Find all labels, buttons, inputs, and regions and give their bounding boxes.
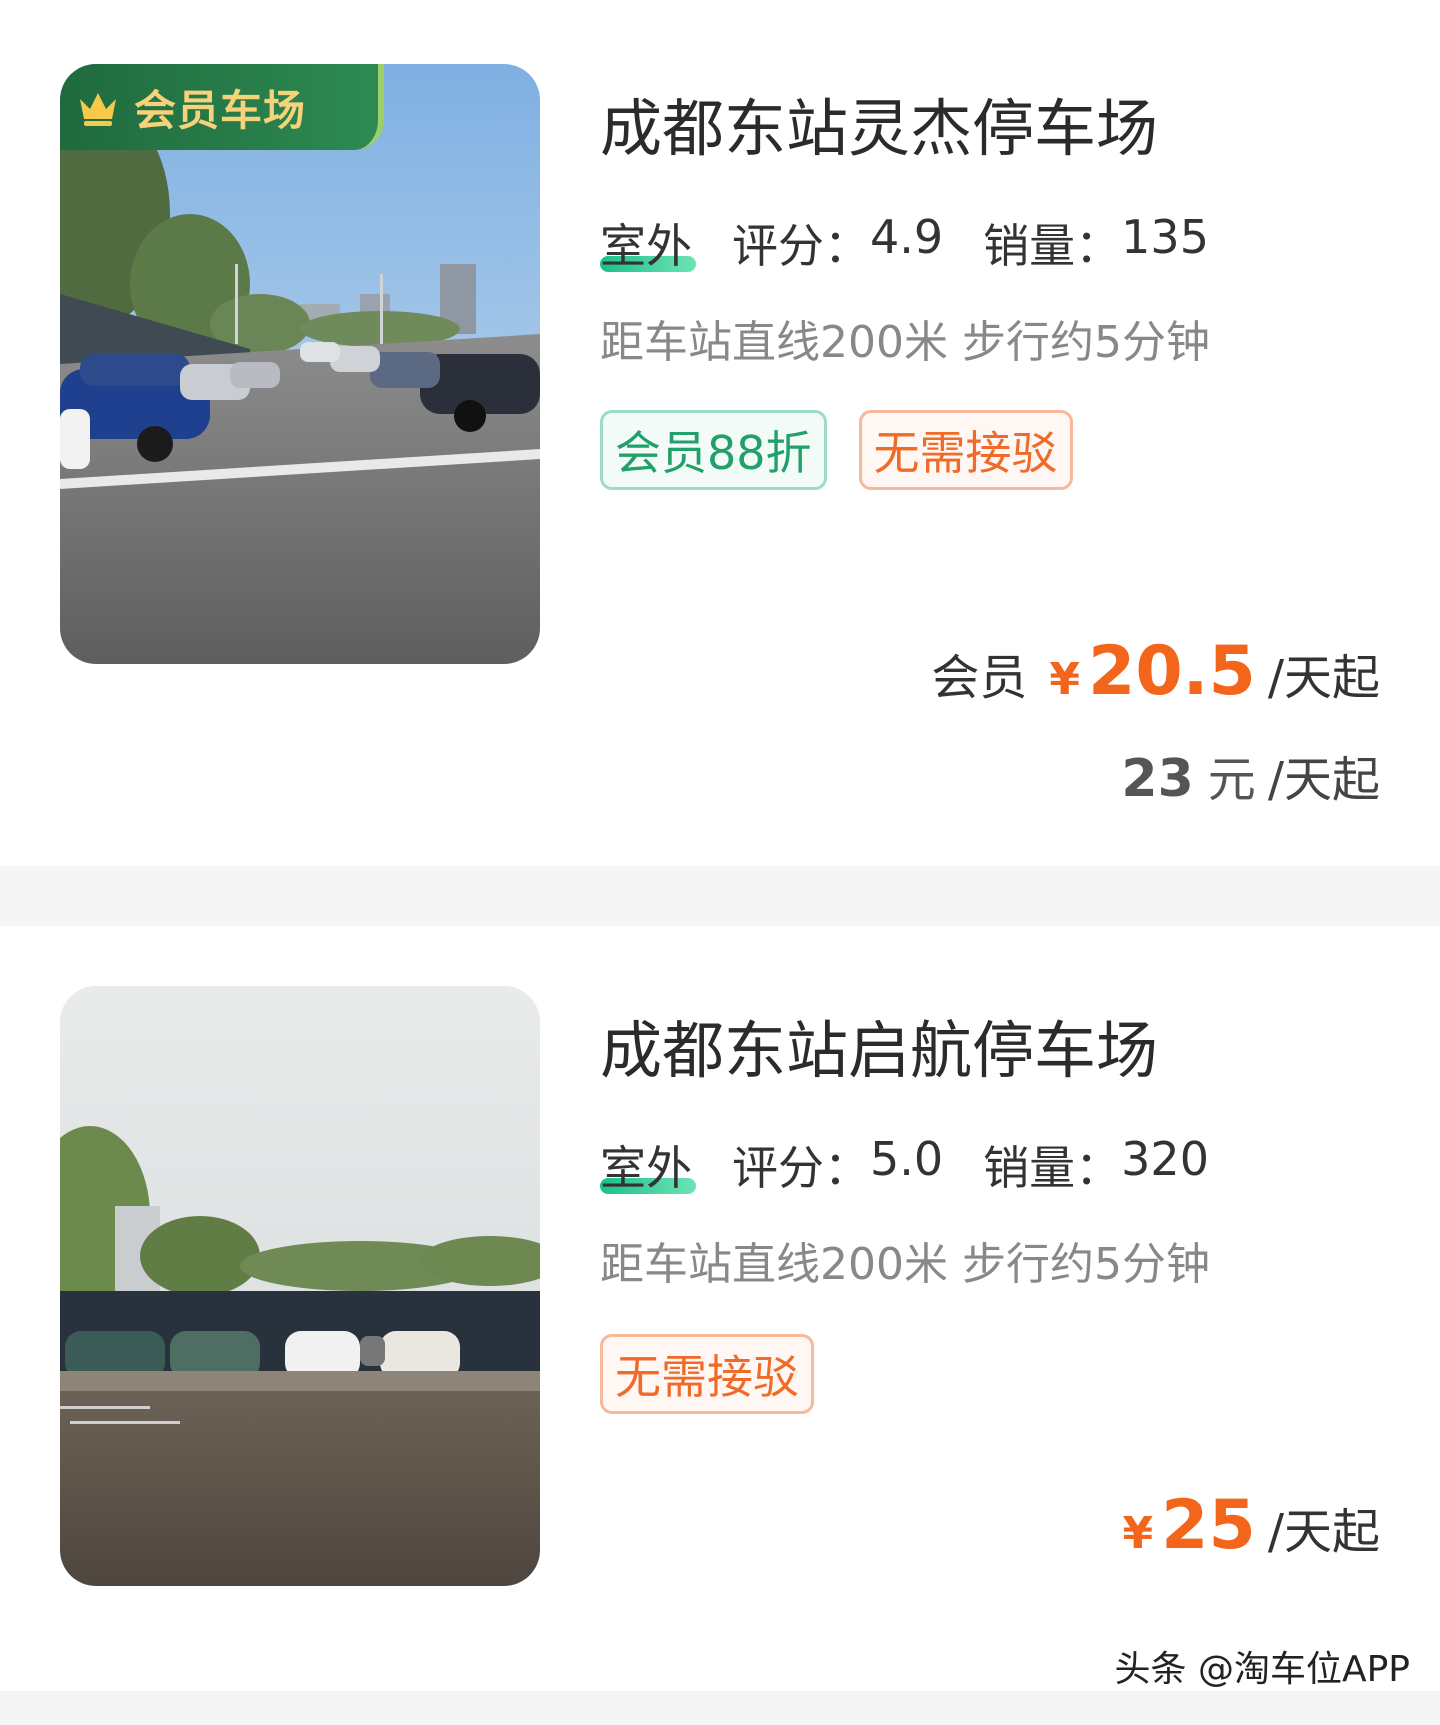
rating-value: 4.9: [870, 210, 944, 264]
sales-label: 销量：: [983, 219, 1122, 273]
parking-lot-name: 成都东站启航停车场: [600, 1014, 1159, 1087]
lot-type: 室外: [600, 210, 696, 276]
currency-symbol: ¥: [1122, 1508, 1154, 1559]
sales-value: 320: [1121, 1132, 1209, 1186]
daily-price: ¥ 25 /天起: [1123, 1486, 1380, 1565]
lot-info-row: 室外 评分： 5.0 销量： 320: [600, 1132, 1209, 1198]
list-separator: [0, 866, 1440, 926]
parking-listing-card[interactable]: 成都东站启航停车场 室外 评分： 5.0 销量： 320 距车站直线200米 步…: [0, 926, 1440, 1691]
price-unit: /天起: [1267, 650, 1380, 706]
distance-info: 距车站直线200米 步行约5分钟: [600, 317, 1210, 368]
source-watermark: 头条 @淘车位APP: [1114, 1649, 1411, 1690]
no-shuttle-tag: 无需接驳: [858, 410, 1073, 490]
rating-value: 5.0: [870, 1132, 944, 1186]
regular-price-amount: 23: [1121, 749, 1194, 809]
price-unit: /天起: [1267, 752, 1380, 808]
parking-listing-card[interactable]: 会员车场 成都东站灵杰停车场 室外 评分： 4.9 销量： 135 距车站直线2…: [0, 0, 1440, 866]
vip-lot-badge: 会员车场: [60, 64, 384, 150]
lot-type: 室外: [600, 1132, 696, 1198]
member-discount-tag: 会员88折: [600, 410, 827, 490]
regular-price-currency: 元: [1207, 752, 1256, 808]
vip-badge-label: 会员车场: [134, 85, 307, 135]
rating-label: 评分：: [732, 1141, 870, 1195]
price-amount: 25: [1161, 1486, 1256, 1565]
distance-info: 距车站直线200米 步行约5分钟: [600, 1239, 1210, 1290]
rating-label: 评分：: [732, 219, 870, 273]
parking-lot-photo: 会员车场: [60, 64, 540, 664]
regular-price: 23 元 /天起: [1121, 740, 1380, 810]
member-price-amount: 20.5: [1088, 632, 1256, 711]
price-unit: /天起: [1267, 1504, 1380, 1560]
member-price-label: 会员: [931, 650, 1028, 706]
feature-tags: 会员88折 无需接驳: [600, 410, 1073, 490]
feature-tags: 无需接驳: [600, 1334, 814, 1414]
lot-info-row: 室外 评分： 4.9 销量： 135: [600, 210, 1209, 276]
parking-lot-photo: [60, 986, 540, 1586]
sales-value: 135: [1121, 210, 1209, 264]
member-price: 会员 ¥ 20.5 /天起: [931, 632, 1380, 711]
no-shuttle-tag: 无需接驳: [600, 1334, 814, 1414]
parking-lot-name: 成都东站灵杰停车场: [600, 92, 1159, 165]
list-footer-separator: [0, 1691, 1440, 1725]
crown-icon: [80, 93, 116, 126]
currency-symbol: ¥: [1049, 654, 1081, 705]
sales-label: 销量：: [983, 1141, 1122, 1195]
